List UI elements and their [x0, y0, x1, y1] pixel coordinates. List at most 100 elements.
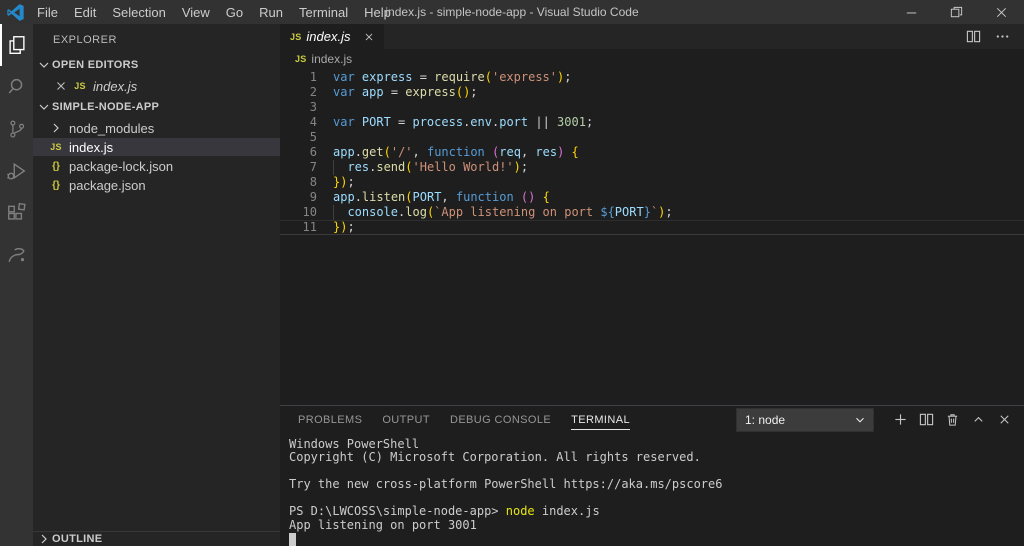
file-label: package.json: [69, 177, 146, 193]
line-number[interactable]: 11: [280, 220, 317, 235]
file-row-package.json[interactable]: {} package.json: [33, 176, 280, 194]
close-button[interactable]: [979, 0, 1024, 24]
restore-button[interactable]: [934, 0, 979, 24]
json-icon: {}: [52, 179, 60, 191]
code-line-6: 6 app.get('/', function (req, res) {: [280, 145, 1024, 160]
menu-item-terminal[interactable]: Terminal: [291, 0, 356, 24]
line-number[interactable]: 9: [280, 190, 317, 205]
split-editor-icon[interactable]: [966, 29, 981, 44]
close-tab-icon[interactable]: [362, 30, 376, 44]
panel-tab-problems[interactable]: PROBLEMS: [288, 406, 372, 434]
outline-section-header[interactable]: OUTLINE: [33, 531, 280, 546]
code-line-11: 11});: [280, 220, 1024, 235]
line-content: });: [333, 175, 355, 189]
run-debug-icon[interactable]: [0, 150, 33, 192]
terminal-line: Try the new cross-platform PowerShell ht…: [289, 477, 723, 491]
line-number[interactable]: 5: [280, 130, 317, 145]
line-number[interactable]: 1: [280, 70, 317, 85]
tab-index-js[interactable]: JS index.js: [280, 24, 384, 49]
code-editor[interactable]: 1 var express = require('express'); 2 var a…: [280, 68, 1024, 405]
line-content: app.listen(PORT, function () {: [333, 190, 550, 204]
code-line-4: 4 var PORT = process.env.port || 3001;: [280, 115, 1024, 130]
indent-guide: [333, 205, 347, 220]
file-row-package-lock.json[interactable]: {} package-lock.json: [33, 157, 280, 175]
line-content: var PORT = process.env.port || 3001;: [333, 115, 594, 129]
menu-item-run[interactable]: Run: [251, 0, 291, 24]
terminal-cursor: [289, 533, 296, 546]
json-icon: {}: [52, 160, 60, 172]
file-row-index.js[interactable]: JS index.js: [33, 138, 280, 156]
project-folder-header[interactable]: SIMPLE-NODE-APP: [33, 96, 280, 118]
window-controls: [889, 0, 1024, 24]
open-editor-item-index.js[interactable]: JS index.js: [33, 77, 280, 95]
line-number[interactable]: 10: [280, 205, 317, 220]
panel-tab-output[interactable]: OUTPUT: [372, 406, 440, 434]
editor-actions: [966, 24, 1024, 49]
js-icon: JS: [290, 31, 302, 42]
menu-item-file[interactable]: File: [29, 0, 66, 24]
bottom-panel: PROBLEMS OUTPUT DEBUG CONSOLE TERMINAL 1: n…: [280, 404, 1024, 546]
terminal-line: Copyright (C) Microsoft Corporation. All…: [289, 450, 701, 464]
new-terminal-icon[interactable]: [893, 412, 908, 427]
code-line-8: 8});: [280, 175, 1024, 190]
menu-item-selection[interactable]: Selection: [104, 0, 173, 24]
file-label: index.js: [69, 139, 114, 155]
file-label: package-lock.json: [69, 158, 174, 174]
chevron-right-icon: [47, 120, 65, 136]
explorer-sidebar: EXPLORER OPEN EDITORS JS index.js SIMPLE-…: [33, 24, 280, 546]
code-line-1: 1 var express = require('express');: [280, 70, 1024, 85]
minimize-button[interactable]: [889, 0, 934, 24]
sidebar-title: EXPLORER: [53, 34, 117, 46]
line-content: var app = express();: [333, 85, 478, 99]
terminal-output[interactable]: Windows PowerShell Copyright (C) Microsof…: [280, 434, 1024, 546]
open-editors-label: OPEN EDITORS: [52, 59, 139, 71]
panel-tab-terminal[interactable]: TERMINAL: [561, 406, 640, 434]
maximize-panel-icon[interactable]: [971, 412, 986, 427]
line-number[interactable]: 4: [280, 115, 317, 130]
search-icon[interactable]: [0, 66, 33, 108]
more-actions-icon[interactable]: [995, 29, 1010, 44]
file-label: node_modules: [69, 120, 155, 136]
source-control-icon[interactable]: [0, 108, 33, 150]
line-number[interactable]: 2: [280, 85, 317, 100]
line-number[interactable]: 8: [280, 175, 317, 190]
menubar: File Edit Selection View Go Run Terminal Help: [29, 0, 399, 24]
explorer-icon[interactable]: [0, 24, 33, 66]
line-number[interactable]: 7: [280, 160, 317, 175]
js-icon: JS: [50, 142, 62, 152]
terminal-line: PS D:\LWCOSS\simple-node-app> node index…: [289, 504, 600, 518]
extensions-icon[interactable]: [0, 192, 33, 234]
panel-tab-debug-console[interactable]: DEBUG CONSOLE: [440, 406, 561, 434]
code-line-5: 5: [280, 130, 1024, 145]
menu-item-view[interactable]: View: [174, 0, 218, 24]
line-content: [317, 130, 333, 145]
vscode-window: File Edit Selection View Go Run Terminal Help i…: [0, 0, 1024, 546]
terminal-select-value: 1: node: [745, 412, 786, 427]
project-folder-label: SIMPLE-NODE-APP: [52, 101, 160, 113]
split-terminal-icon[interactable]: [919, 412, 934, 427]
close-panel-icon[interactable]: [997, 412, 1012, 427]
close-editor-icon[interactable]: [53, 79, 69, 93]
open-editor-label: index.js: [93, 78, 138, 94]
breadcrumb[interactable]: JS index.js: [280, 49, 1024, 68]
window-title: index.js - simple-node-app - Visual Stud…: [385, 5, 639, 19]
terminal-line: App listening on port 3001: [289, 517, 477, 532]
menu-item-go[interactable]: Go: [218, 0, 251, 24]
terminal-select[interactable]: 1: node: [736, 407, 874, 432]
panel-header: PROBLEMS OUTPUT DEBUG CONSOLE TERMINAL 1: n…: [280, 406, 1024, 434]
open-editors-header[interactable]: OPEN EDITORS: [33, 54, 280, 76]
folder-row-node_modules[interactable]: node_modules: [33, 119, 280, 137]
menu-item-edit[interactable]: Edit: [66, 0, 104, 24]
line-content: var express = require('express');: [333, 70, 572, 84]
outline-label: OUTLINE: [52, 533, 103, 545]
line-content: [317, 100, 333, 115]
custom-extension-icon[interactable]: [0, 234, 33, 276]
line-content: console.log(`App listening on port ${POR…: [317, 205, 672, 220]
line-number[interactable]: 3: [280, 100, 317, 115]
kill-terminal-icon[interactable]: [945, 412, 960, 427]
editor-tab-bar: JS index.js: [280, 24, 1024, 49]
line-content: res.send('Hello World!');: [317, 160, 528, 175]
line-number[interactable]: 6: [280, 145, 317, 160]
